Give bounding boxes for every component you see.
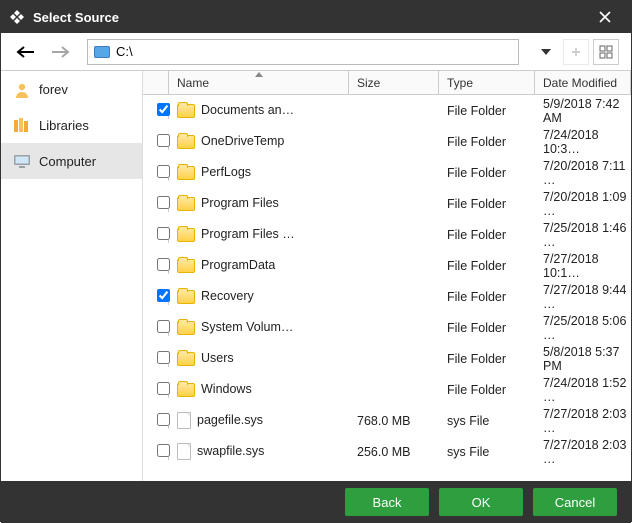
- folder-icon: [177, 352, 195, 366]
- sidebar-item-computer[interactable]: Computer: [1, 143, 142, 179]
- path-bar[interactable]: C:\: [87, 39, 519, 65]
- folder-icon: [177, 197, 195, 211]
- nav-forward-button[interactable]: [47, 39, 73, 65]
- file-date: 7/27/2018 9:44 …: [535, 283, 631, 311]
- drive-icon: [94, 46, 110, 58]
- dropdown-button[interactable]: [533, 39, 559, 65]
- nav-back-button[interactable]: [13, 39, 39, 65]
- file-row[interactable]: swapfile.sys 256.0 MBsys File7/27/2018 2:…: [143, 436, 631, 467]
- folder-icon: [177, 383, 195, 397]
- sidebar-item-label: Computer: [39, 154, 96, 169]
- file-name: OneDriveTemp: [201, 134, 284, 148]
- col-type[interactable]: Type: [439, 71, 535, 94]
- file-name: Program Files …: [201, 227, 295, 241]
- titlebar: Select Source: [1, 1, 631, 33]
- file-type: File Folder: [439, 197, 535, 211]
- file-date: 7/27/2018 2:03 …: [535, 438, 631, 466]
- folder-icon: [177, 259, 195, 273]
- file-row[interactable]: PerfLogs File Folder7/20/2018 7:11 …: [143, 157, 631, 188]
- col-checkbox[interactable]: [143, 71, 169, 94]
- file-type: sys File: [439, 414, 535, 428]
- col-date[interactable]: Date Modified: [535, 71, 631, 94]
- folder-icon: [177, 166, 195, 180]
- folder-icon: [177, 228, 195, 242]
- file-date: 5/9/2018 7:42 AM: [535, 97, 631, 125]
- file-name: ProgramData: [201, 258, 275, 272]
- col-size[interactable]: Size: [349, 71, 439, 94]
- file-date: 7/27/2018 10:1…: [535, 252, 631, 280]
- file-type: File Folder: [439, 259, 535, 273]
- file-row[interactable]: Program Files File Folder7/20/2018 1:09 …: [143, 188, 631, 219]
- app-icon: [9, 9, 25, 25]
- sidebar-item-label: Libraries: [39, 118, 89, 133]
- file-name: Documents an…: [201, 103, 294, 117]
- file-name: swapfile.sys: [197, 444, 264, 458]
- sidebar: forev Libraries Computer: [1, 71, 143, 481]
- file-date: 7/24/2018 10:3…: [535, 128, 631, 156]
- folder-icon: [177, 321, 195, 335]
- file-row[interactable]: Documents an… File Folder5/9/2018 7:42 AM: [143, 95, 631, 126]
- file-row[interactable]: System Volum… File Folder7/25/2018 5:06 …: [143, 312, 631, 343]
- file-type: File Folder: [439, 166, 535, 180]
- file-row[interactable]: OneDriveTemp File Folder7/24/2018 10:3…: [143, 126, 631, 157]
- new-folder-button[interactable]: [563, 39, 589, 65]
- sidebar-item-libraries[interactable]: Libraries: [1, 107, 142, 143]
- window-title: Select Source: [33, 10, 119, 25]
- file-name: Recovery: [201, 289, 254, 303]
- file-icon: [177, 412, 191, 429]
- file-size: 768.0 MB: [349, 414, 439, 428]
- computer-icon: [13, 153, 31, 169]
- file-date: 7/27/2018 2:03 …: [535, 407, 631, 435]
- close-button[interactable]: [587, 1, 623, 33]
- col-name[interactable]: Name: [169, 71, 349, 94]
- file-date: 7/24/2018 1:52 …: [535, 376, 631, 404]
- file-row[interactable]: Users File Folder5/8/2018 5:37 PM: [143, 343, 631, 374]
- file-type: sys File: [439, 445, 535, 459]
- file-type: File Folder: [439, 352, 535, 366]
- file-row[interactable]: pagefile.sys 768.0 MBsys File7/27/2018 2:…: [143, 405, 631, 436]
- file-name: Windows: [201, 382, 252, 396]
- file-row[interactable]: Windows File Folder7/24/2018 1:52 …: [143, 374, 631, 405]
- file-type: File Folder: [439, 228, 535, 242]
- file-date: 5/8/2018 5:37 PM: [535, 345, 631, 373]
- folder-icon: [177, 104, 195, 118]
- file-type: File Folder: [439, 290, 535, 304]
- back-button[interactable]: Back: [345, 488, 429, 516]
- file-row[interactable]: Program Files … File Folder7/25/2018 1:46…: [143, 219, 631, 250]
- file-size: 256.0 MB: [349, 445, 439, 459]
- footer: Back OK Cancel: [1, 481, 631, 523]
- file-date: 7/25/2018 5:06 …: [535, 314, 631, 342]
- sidebar-item-user[interactable]: forev: [1, 71, 142, 107]
- view-grid-button[interactable]: [593, 39, 619, 65]
- file-date: 7/25/2018 1:46 …: [535, 221, 631, 249]
- libraries-icon: [13, 117, 31, 133]
- file-date: 7/20/2018 7:11 …: [535, 159, 631, 187]
- user-icon: [13, 81, 31, 97]
- file-name: Program Files: [201, 196, 279, 210]
- file-type: File Folder: [439, 104, 535, 118]
- column-headers: Name Size Type Date Modified: [143, 71, 631, 95]
- file-icon: [177, 443, 191, 460]
- file-row[interactable]: ProgramData File Folder7/27/2018 10:1…: [143, 250, 631, 281]
- ok-button[interactable]: OK: [439, 488, 523, 516]
- file-type: File Folder: [439, 383, 535, 397]
- folder-icon: [177, 135, 195, 149]
- sidebar-item-label: forev: [39, 82, 68, 97]
- path-text: C:\: [116, 44, 133, 59]
- file-name: pagefile.sys: [197, 413, 263, 427]
- folder-icon: [177, 290, 195, 304]
- file-name: Users: [201, 351, 234, 365]
- file-list[interactable]: Documents an…File Folder5/9/2018 7:42 AM…: [143, 95, 631, 481]
- file-type: File Folder: [439, 321, 535, 335]
- toolbar: C:\: [1, 33, 631, 71]
- file-area: Name Size Type Date Modified Documents a…: [143, 71, 631, 481]
- file-type: File Folder: [439, 135, 535, 149]
- file-name: System Volum…: [201, 320, 293, 334]
- cancel-button[interactable]: Cancel: [533, 488, 617, 516]
- file-date: 7/20/2018 1:09 …: [535, 190, 631, 218]
- file-row[interactable]: Recovery File Folder7/27/2018 9:44 …: [143, 281, 631, 312]
- file-name: PerfLogs: [201, 165, 251, 179]
